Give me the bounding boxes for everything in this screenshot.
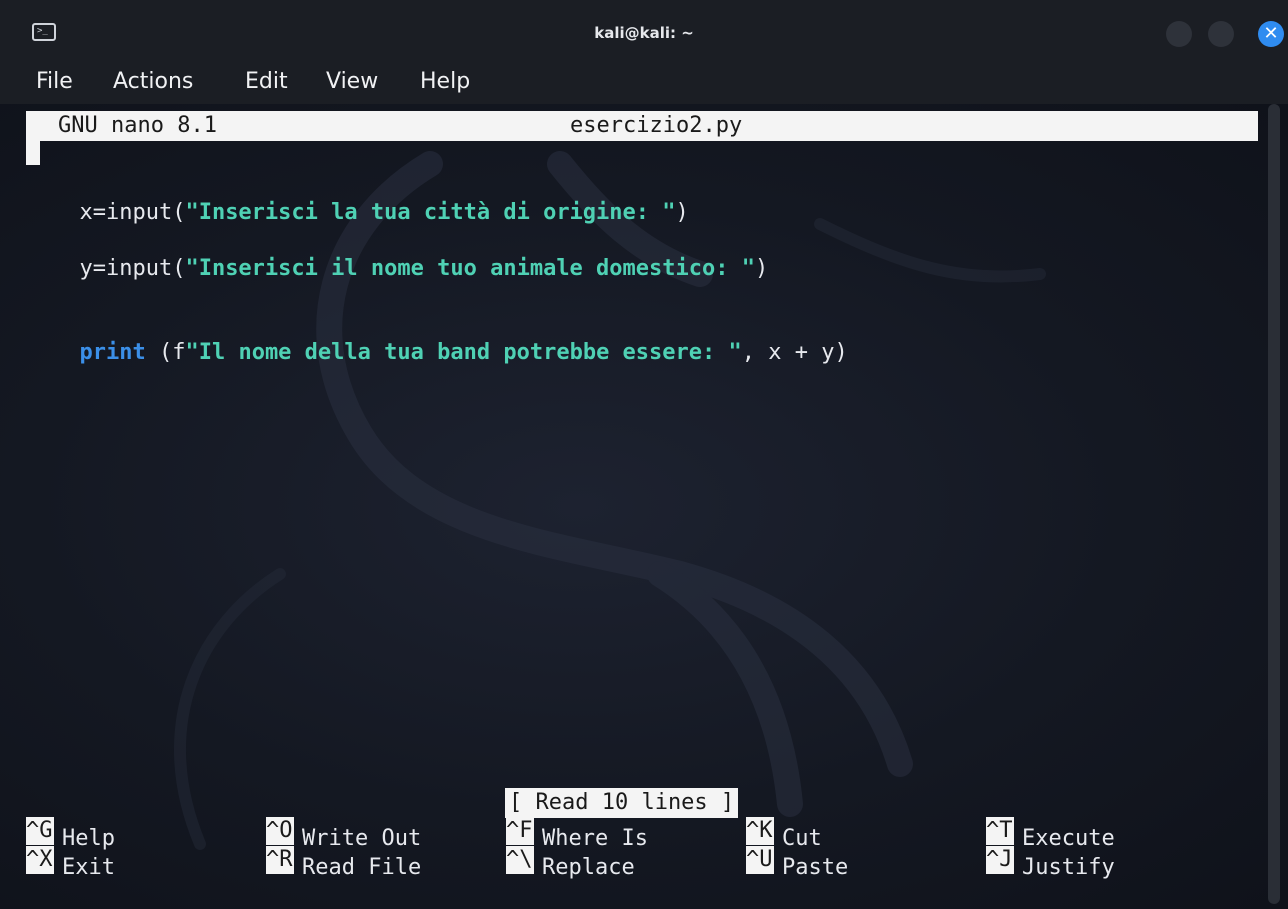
shortcut-label: Replace: [542, 855, 635, 880]
shortcut-write-out[interactable]: ^O Write Out: [266, 817, 421, 851]
code-string: "Inserisci la tua città di origine: ": [185, 200, 676, 225]
shortcut-key: ^J: [986, 846, 1014, 874]
close-icon: ✕: [1263, 23, 1279, 44]
window-title: kali@kali: ~: [594, 24, 694, 42]
nano-status: [ Read 10 lines ]: [505, 788, 739, 818]
terminal-area[interactable]: GNU nano 8.1 esercizio2.py x=input("Inse…: [0, 104, 1288, 909]
minimize-button[interactable]: [1166, 21, 1192, 47]
shortcut-exit[interactable]: ^X Exit: [26, 846, 115, 880]
code-text: ): [755, 256, 769, 281]
shortcut-label: Exit: [62, 855, 115, 880]
nano-header-bar: GNU nano 8.1 esercizio2.py: [26, 111, 1258, 141]
maximize-button[interactable]: [1208, 21, 1234, 47]
code-text: y=input(: [79, 256, 186, 281]
shortcut-help[interactable]: ^G Help: [26, 817, 115, 851]
shortcut-label: Paste: [782, 855, 849, 880]
shortcut-key: ^O: [266, 817, 294, 845]
shortcut-label: Justify: [1022, 855, 1115, 880]
code-text: ): [675, 200, 689, 225]
title-bar[interactable]: >_ kali@kali: ~ ✕: [0, 0, 1288, 62]
menu-view[interactable]: View: [326, 68, 378, 96]
shortcut-key: ^X: [26, 846, 54, 874]
nano-version: GNU nano 8.1: [58, 113, 217, 138]
code-string: "Inserisci il nome tuo animale domestico…: [185, 256, 755, 281]
terminal-window: >_ kali@kali: ~ ✕ File Actions Edit View…: [0, 0, 1288, 909]
code-keyword: print: [79, 340, 146, 365]
shortcut-justify[interactable]: ^J Justify: [986, 846, 1115, 880]
nano-filename: esercizio2.py: [570, 113, 743, 138]
shortcut-key: ^F: [506, 817, 534, 845]
text-cursor: [26, 141, 40, 165]
shortcut-paste[interactable]: ^U Paste: [746, 846, 848, 880]
shortcut-key: ^K: [746, 817, 774, 845]
shortcut-label: Read File: [302, 855, 422, 880]
menu-file[interactable]: File: [36, 68, 73, 96]
shortcut-key: ^R: [266, 846, 294, 874]
shortcut-where-is[interactable]: ^F Where Is: [506, 817, 648, 851]
shortcut-replace[interactable]: ^\ Replace: [506, 846, 635, 880]
shortcut-key: ^G: [26, 817, 54, 845]
menu-bar: File Actions Edit View Help: [0, 62, 1288, 104]
shortcut-key: ^T: [986, 817, 1014, 845]
close-button[interactable]: ✕: [1258, 21, 1284, 47]
code-text: , x + y): [741, 340, 848, 365]
code-string: "Il nome della tua band potrebbe essere:…: [185, 340, 742, 365]
scrollbar[interactable]: [1268, 104, 1280, 904]
code-text: (f: [145, 340, 186, 365]
menu-actions[interactable]: Actions: [113, 68, 193, 96]
shortcut-cut[interactable]: ^K Cut: [746, 817, 822, 851]
shortcut-key: ^\: [506, 846, 534, 874]
menu-edit[interactable]: Edit: [245, 68, 288, 96]
code-text: x=input(: [79, 200, 186, 225]
shortcut-read-file[interactable]: ^R Read File: [266, 846, 421, 880]
code-line[interactable]: y=input("Inserisci il nome tuo animale d…: [0, 224, 768, 314]
menu-help[interactable]: Help: [420, 68, 470, 96]
shortcut-execute[interactable]: ^T Execute: [986, 817, 1115, 851]
shortcut-key: ^U: [746, 846, 774, 874]
code-line[interactable]: print (f"Il nome della tua band potrebbe…: [0, 308, 848, 398]
